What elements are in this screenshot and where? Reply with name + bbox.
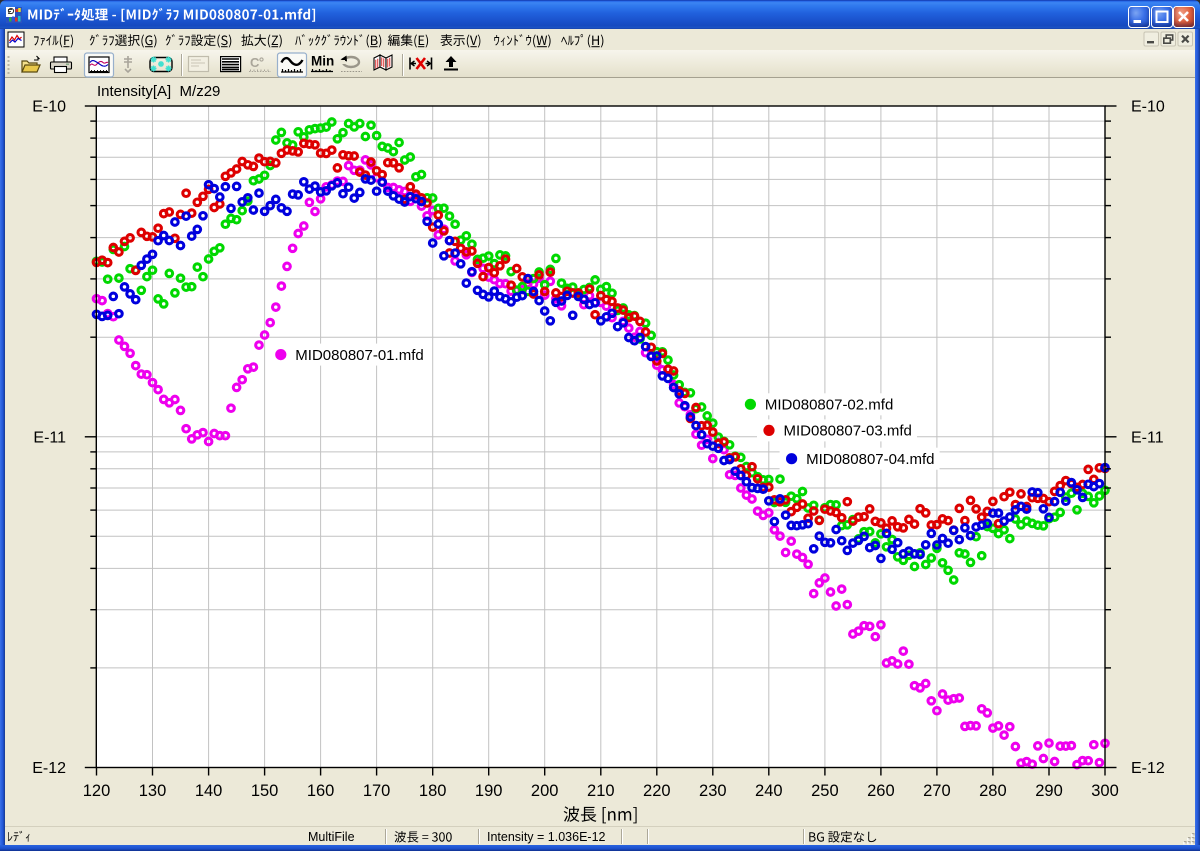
svg-text:MID080807-04.mfd: MID080807-04.mfd [806,451,934,468]
svg-text:290: 290 [1035,782,1063,800]
svg-text:120: 120 [83,782,111,800]
svg-text:E-10: E-10 [1131,99,1165,116]
svg-text:250: 250 [811,782,839,800]
svg-text:210: 210 [587,782,615,800]
svg-text:280: 280 [979,782,1007,800]
svg-text:Min: Min [311,54,334,69]
svg-text:Intensity = 1.036E-12: Intensity = 1.036E-12 [487,830,606,844]
svg-text:150: 150 [251,782,279,800]
svg-text:E-11: E-11 [1131,429,1164,446]
svg-text:240: 240 [755,782,783,800]
svg-text:MID080807-03.mfd: MID080807-03.mfd [784,423,912,440]
svg-text:MID080807-01.mfd: MID080807-01.mfd [295,347,423,364]
svg-text:E-12: E-12 [1131,760,1165,777]
svg-text:Intensity[A] M/z29: Intensity[A] M/z29 [97,83,220,100]
svg-text:170: 170 [363,782,391,800]
svg-text:C: C [250,55,260,70]
svg-text:190: 190 [475,782,503,800]
svg-text:140: 140 [195,782,223,800]
svg-text:220: 220 [643,782,671,800]
svg-text:300: 300 [1091,782,1119,800]
svg-text:270: 270 [923,782,951,800]
svg-text:230: 230 [699,782,727,800]
svg-text:E-11: E-11 [33,429,66,446]
svg-text:260: 260 [867,782,895,800]
svg-text:160: 160 [307,782,335,800]
svg-text:MID080807-02.mfd: MID080807-02.mfd [765,397,893,414]
svg-text:E-12: E-12 [32,760,66,777]
svg-text:180: 180 [419,782,447,800]
svg-text:E-10: E-10 [32,99,66,116]
svg-text:200: 200 [531,782,559,800]
svg-text:130: 130 [139,782,167,800]
svg-text:MultiFile: MultiFile [308,830,355,844]
